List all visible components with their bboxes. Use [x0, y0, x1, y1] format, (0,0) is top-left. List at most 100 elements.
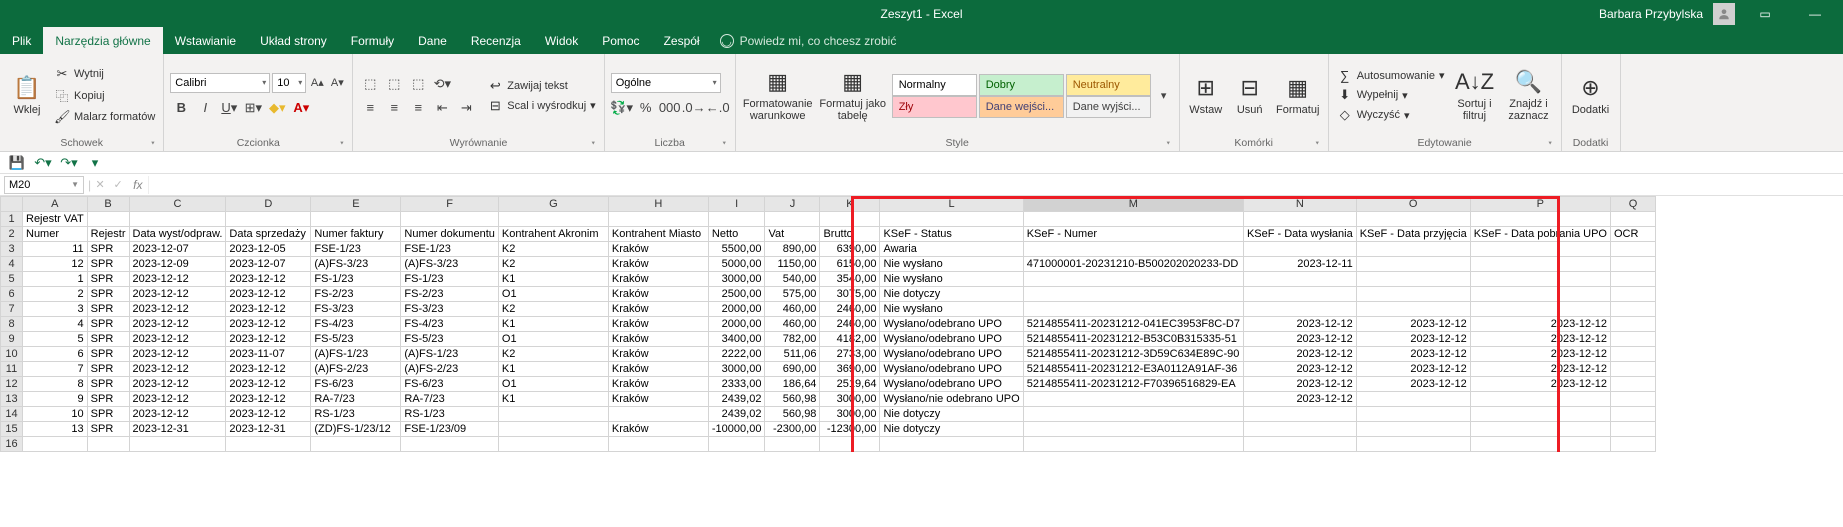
cell[interactable]: Awaria — [880, 242, 1023, 257]
menu-tab-plik[interactable]: Plik — [0, 27, 43, 54]
column-header-cell[interactable]: Kontrahent Miasto — [608, 227, 708, 242]
cell[interactable] — [1611, 302, 1656, 317]
cell[interactable]: RS-1/23 — [311, 407, 401, 422]
orientation-icon[interactable]: ⟲▾ — [431, 73, 453, 95]
number-format-select[interactable]: Ogólne — [611, 73, 721, 93]
style-normal[interactable]: Normalny — [892, 74, 977, 96]
column-header-cell[interactable]: Data sprzedaży — [226, 227, 311, 242]
cell[interactable]: K2 — [498, 347, 608, 362]
cell[interactable]: Nie wysłano — [880, 272, 1023, 287]
menu-tab-recenzja[interactable]: Recenzja — [459, 27, 533, 54]
cell[interactable]: SPR — [87, 407, 129, 422]
cell[interactable]: 2023-12-12 — [129, 302, 226, 317]
cell[interactable]: Wysłano/nie odebrano UPO — [880, 392, 1023, 407]
cell[interactable] — [1023, 272, 1243, 287]
cancel-icon[interactable]: ✕ — [91, 176, 109, 194]
cell[interactable]: 2023-12-12 — [1356, 362, 1470, 377]
formula-input[interactable] — [148, 176, 1843, 194]
col-header-B[interactable]: B — [87, 197, 129, 212]
italic-button[interactable]: I — [194, 97, 216, 119]
cell[interactable] — [1470, 287, 1610, 302]
cell[interactable] — [1023, 422, 1243, 437]
align-right-icon[interactable]: ≡ — [407, 97, 429, 119]
col-header-K[interactable]: K — [820, 197, 880, 212]
col-header-D[interactable]: D — [226, 197, 311, 212]
increase-font-icon[interactable]: A▴ — [308, 74, 326, 92]
cell[interactable]: FSE-1/23 — [401, 242, 499, 257]
cell[interactable]: Wysłano/odebrano UPO — [880, 332, 1023, 347]
column-header-cell[interactable]: Netto — [708, 227, 765, 242]
cell[interactable]: 3400,00 — [708, 332, 765, 347]
cell[interactable]: RS-1/23 — [401, 407, 499, 422]
increase-decimal-icon[interactable]: .0→ — [683, 97, 705, 119]
cell[interactable]: Kraków — [608, 272, 708, 287]
cell[interactable] — [1243, 422, 1356, 437]
format-button[interactable]: ▦Formatuj — [1274, 56, 1322, 135]
cell[interactable]: FS-2/23 — [401, 287, 499, 302]
col-header-A[interactable]: A — [23, 197, 88, 212]
cell[interactable]: 2023-12-12 — [129, 332, 226, 347]
fx-icon[interactable]: fx — [133, 178, 142, 192]
cell[interactable]: 5214855411-20231212-E3A0112A91AF-36 — [1023, 362, 1243, 377]
cell[interactable]: (A)FS-2/23 — [401, 362, 499, 377]
clear-button[interactable]: ◇Wyczyść▾ — [1335, 106, 1447, 124]
borders-button[interactable]: ⊞▾ — [242, 97, 264, 119]
cell[interactable]: 8 — [23, 377, 88, 392]
cell[interactable]: Kraków — [608, 347, 708, 362]
autosum-button[interactable]: ∑Autosumowanie▾ — [1335, 67, 1447, 84]
paste-button[interactable]: 📋Wklej — [6, 56, 48, 135]
col-header-G[interactable]: G — [498, 197, 608, 212]
cell[interactable]: 2023-12-12 — [129, 407, 226, 422]
cell[interactable]: 2023-12-12 — [226, 272, 311, 287]
cell[interactable]: Nie wysłano — [880, 302, 1023, 317]
cell[interactable]: 2023-12-07 — [129, 242, 226, 257]
cell[interactable]: SPR — [87, 377, 129, 392]
cell[interactable]: Kraków — [608, 317, 708, 332]
cell[interactable]: FS-4/23 — [311, 317, 401, 332]
addins-button[interactable]: ⊕Dodatki — [1568, 56, 1614, 135]
cell[interactable]: 2460,00 — [820, 317, 880, 332]
cell[interactable]: Rejestr VAT — [23, 212, 88, 227]
customize-qat-icon[interactable]: ▾ — [84, 152, 106, 174]
cell[interactable]: -12300,00 — [820, 422, 880, 437]
column-header-cell[interactable]: Numer faktury — [311, 227, 401, 242]
column-header-cell[interactable]: OCR — [1611, 227, 1656, 242]
cell[interactable]: 2023-12-12 — [226, 362, 311, 377]
cell[interactable]: K2 — [498, 257, 608, 272]
indent-dec-icon[interactable]: ⇤ — [431, 97, 453, 119]
cell[interactable]: Kraków — [608, 392, 708, 407]
cell[interactable] — [1356, 257, 1470, 272]
comma-icon[interactable]: 000 — [659, 97, 681, 119]
cell[interactable]: 2023-12-12 — [1470, 317, 1610, 332]
cell[interactable]: FSE-1/23 — [311, 242, 401, 257]
percent-icon[interactable]: % — [635, 97, 657, 119]
cell[interactable]: Wysłano/odebrano UPO — [880, 362, 1023, 377]
cell[interactable]: Kraków — [608, 302, 708, 317]
cell[interactable]: (A)FS-3/23 — [311, 257, 401, 272]
cell[interactable] — [498, 422, 608, 437]
cell[interactable]: 5500,00 — [708, 242, 765, 257]
cell[interactable] — [1611, 407, 1656, 422]
cell[interactable]: Nie dotyczy — [880, 287, 1023, 302]
cell[interactable]: 2023-12-12 — [226, 332, 311, 347]
cell[interactable]: 2023-12-12 — [1356, 377, 1470, 392]
cell[interactable]: Wysłano/odebrano UPO — [880, 347, 1023, 362]
col-header-J[interactable]: J — [765, 197, 820, 212]
cell[interactable]: Kraków — [608, 242, 708, 257]
font-color-button[interactable]: A▾ — [290, 97, 312, 119]
cell[interactable]: (A)FS-3/23 — [401, 257, 499, 272]
cell[interactable]: SPR — [87, 272, 129, 287]
cell[interactable] — [1470, 422, 1610, 437]
name-box[interactable]: M20▼ — [4, 176, 84, 194]
cell[interactable]: K1 — [498, 317, 608, 332]
cell[interactable]: 9 — [23, 392, 88, 407]
col-header-F[interactable]: F — [401, 197, 499, 212]
col-header-P[interactable]: P — [1470, 197, 1610, 212]
cell[interactable]: FSE-1/23/09 — [401, 422, 499, 437]
cell[interactable]: 1 — [23, 272, 88, 287]
insert-button[interactable]: ⊞Wstaw — [1186, 56, 1226, 135]
cell[interactable]: FS-5/23 — [401, 332, 499, 347]
cell[interactable]: 3000,00 — [820, 392, 880, 407]
cell[interactable]: K2 — [498, 242, 608, 257]
save-icon[interactable]: 💾 — [6, 152, 28, 174]
